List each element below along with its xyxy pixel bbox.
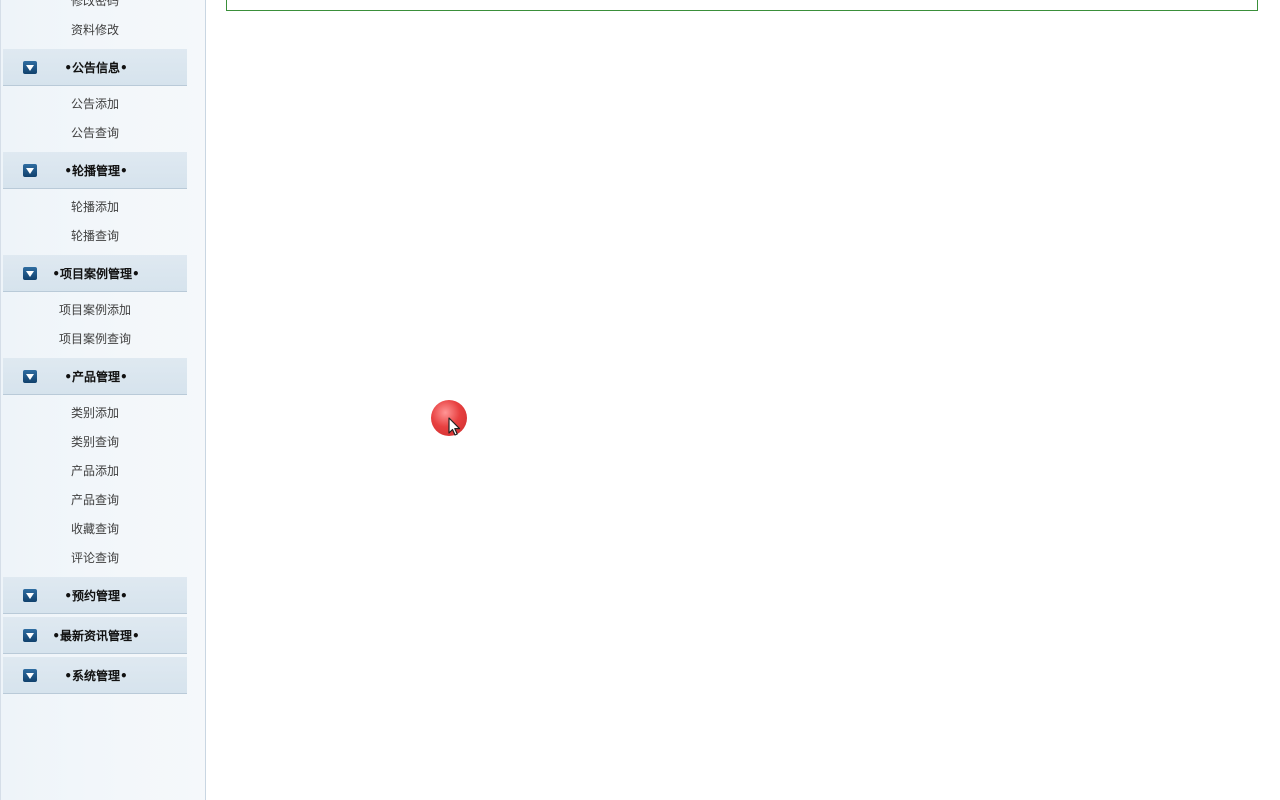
sidebar-item-project-case-query[interactable]: 项目案例查询 xyxy=(3,325,187,354)
sidebar: 修改密码 资料修改 •公告信息• 公告添加 公告查询 •轮播管理• 轮播添加 轮… xyxy=(0,0,206,800)
sidebar-group-items-partial: 修改密码 资料修改 xyxy=(3,0,187,49)
sidebar-item-project-case-add[interactable]: 项目案例添加 xyxy=(3,296,187,325)
sidebar-item-carousel-add[interactable]: 轮播添加 xyxy=(3,193,187,222)
sidebar-group-system[interactable]: •系统管理• xyxy=(3,657,187,694)
sidebar-group-project-cases[interactable]: •项目案例管理• xyxy=(3,255,187,292)
sidebar-item-announcement-add[interactable]: 公告添加 xyxy=(3,90,187,119)
sidebar-group-items: 类别添加 类别查询 产品添加 产品查询 收藏查询 评论查询 xyxy=(3,395,187,577)
chevron-down-icon xyxy=(23,629,37,642)
sidebar-item-edit-profile[interactable]: 资料修改 xyxy=(3,16,187,45)
chevron-down-icon xyxy=(23,61,37,74)
sidebar-group-items: 公告添加 公告查询 xyxy=(3,86,187,152)
sidebar-group-items: 项目案例添加 项目案例查询 xyxy=(3,292,187,358)
sidebar-group-announcements[interactable]: •公告信息• xyxy=(3,49,187,86)
sidebar-group-products[interactable]: •产品管理• xyxy=(3,358,187,395)
sidebar-item-category-query[interactable]: 类别查询 xyxy=(3,428,187,457)
sidebar-item-comments-query[interactable]: 评论查询 xyxy=(3,544,187,573)
sidebar-item-category-add[interactable]: 类别添加 xyxy=(3,399,187,428)
sidebar-menu: 修改密码 资料修改 •公告信息• 公告添加 公告查询 •轮播管理• 轮播添加 轮… xyxy=(3,0,187,694)
chevron-down-icon xyxy=(23,589,37,602)
sidebar-item-product-add[interactable]: 产品添加 xyxy=(3,457,187,486)
chevron-down-icon xyxy=(23,669,37,682)
sidebar-item-announcement-query[interactable]: 公告查询 xyxy=(3,119,187,148)
mouse-pointer-icon xyxy=(448,417,461,436)
sidebar-item-carousel-query[interactable]: 轮播查询 xyxy=(3,222,187,251)
main-content xyxy=(207,0,1280,800)
sidebar-item-favorites-query[interactable]: 收藏查询 xyxy=(3,515,187,544)
sidebar-group-reservations[interactable]: •预约管理• xyxy=(3,577,187,614)
sidebar-group-items: 轮播添加 轮播查询 xyxy=(3,189,187,255)
chevron-down-icon xyxy=(23,164,37,177)
chevron-down-icon xyxy=(23,267,37,280)
content-frame xyxy=(226,0,1258,11)
chevron-down-icon xyxy=(23,370,37,383)
sidebar-item-change-password[interactable]: 修改密码 xyxy=(3,0,187,16)
sidebar-item-product-query[interactable]: 产品查询 xyxy=(3,486,187,515)
sidebar-group-carousel[interactable]: •轮播管理• xyxy=(3,152,187,189)
sidebar-group-news[interactable]: •最新资讯管理• xyxy=(3,617,187,654)
